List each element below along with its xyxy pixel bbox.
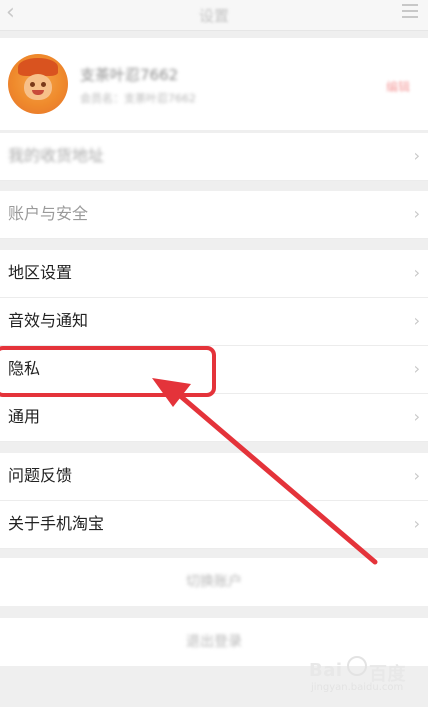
paw-icon: [347, 656, 367, 676]
pointer-arrow-icon: [152, 378, 378, 565]
watermark: Bai 百度 jingyan.baidu.com: [309, 656, 419, 696]
watermark-logo: Bai: [309, 660, 343, 681]
watermark-site: jingyan.baidu.com: [311, 682, 404, 693]
